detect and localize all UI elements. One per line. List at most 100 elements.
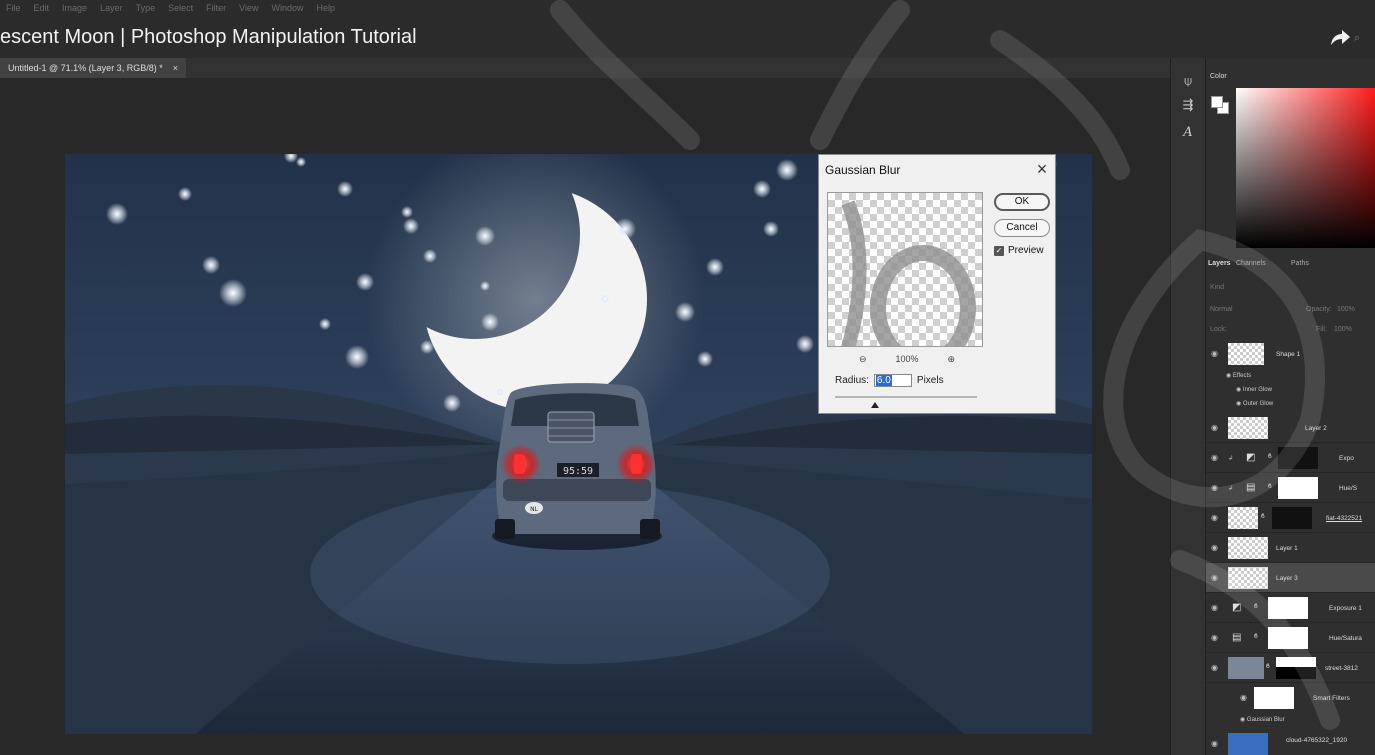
link-icon: ϐ bbox=[1266, 663, 1270, 670]
eye-icon[interactable]: ◉ bbox=[1240, 717, 1247, 723]
eye-icon[interactable]: ◉ bbox=[1211, 484, 1219, 492]
tab-channels[interactable]: Channels bbox=[1236, 260, 1266, 267]
layer-mask-thumbnail bbox=[1268, 627, 1308, 649]
blend-mode-select[interactable]: Normal bbox=[1210, 306, 1233, 313]
effects-row[interactable]: ◉ Effects bbox=[1226, 372, 1251, 379]
eye-icon[interactable]: ◉ bbox=[1211, 424, 1219, 432]
menu-filter[interactable]: Filter bbox=[206, 3, 226, 13]
layer-name: Expo bbox=[1339, 455, 1354, 462]
menu-type[interactable]: Type bbox=[136, 3, 156, 13]
zoom-controls: ⊖ 100% ⊕ bbox=[859, 354, 955, 365]
layer-filter-kind[interactable]: Kind bbox=[1210, 284, 1224, 291]
color-picker-field[interactable] bbox=[1236, 88, 1375, 248]
layer-layer-3-selected[interactable]: ◉ Layer 3 bbox=[1206, 563, 1375, 593]
search-icon[interactable]: ⌕ bbox=[1354, 32, 1366, 46]
preview-shape bbox=[841, 200, 976, 346]
layer-mask-thumbnail bbox=[1278, 447, 1318, 469]
layer-name: Hue/S bbox=[1339, 485, 1358, 492]
dialog-close-button[interactable]: × bbox=[1031, 158, 1053, 180]
checkbox-checked-icon[interactable]: ✓ bbox=[994, 245, 1004, 256]
layer-name: Layer 2 bbox=[1305, 425, 1327, 432]
link-icon: ϐ bbox=[1254, 603, 1258, 610]
layer-thumbnail bbox=[1228, 343, 1264, 365]
cancel-button[interactable]: Cancel bbox=[994, 219, 1050, 237]
layer-exposure-1[interactable]: ◉ ◩ ϐ Exposure 1 bbox=[1206, 593, 1375, 623]
document-tab[interactable]: Untitled-1 @ 71.1% (Layer 3, RGB/8) * × bbox=[0, 58, 186, 78]
foreground-swatch[interactable] bbox=[1211, 96, 1223, 108]
outer-glow-row[interactable]: ◉ Outer Glow bbox=[1236, 400, 1273, 407]
menu-edit[interactable]: Edit bbox=[34, 3, 50, 13]
eye-icon[interactable]: ◉ bbox=[1211, 634, 1219, 642]
menu-view[interactable]: View bbox=[239, 3, 258, 13]
radius-row: Radius: 6.0 Pixels bbox=[835, 374, 944, 387]
eye-icon[interactable]: ◉ bbox=[1211, 544, 1219, 552]
gaussian-blur-filter-row[interactable]: ◉ Gaussian Blur bbox=[1240, 716, 1285, 723]
screenshot-root: { "menu": ["File","Edit","Image","Layer"… bbox=[0, 0, 1375, 755]
fill-value[interactable]: 100% bbox=[1334, 326, 1352, 333]
eye-icon[interactable]: ◉ bbox=[1236, 387, 1243, 393]
layer-thumbnail bbox=[1228, 507, 1258, 529]
zoom-in-icon[interactable]: ⊕ bbox=[947, 354, 955, 365]
eye-icon[interactable]: ◉ bbox=[1226, 373, 1233, 379]
zoom-out-icon[interactable]: ⊖ bbox=[859, 354, 867, 365]
smart-filter-mask bbox=[1254, 687, 1294, 709]
eye-icon[interactable]: ◉ bbox=[1211, 664, 1219, 672]
eye-icon[interactable]: ◉ bbox=[1211, 574, 1219, 582]
radius-slider-thumb[interactable] bbox=[871, 402, 879, 408]
link-icon: ϐ bbox=[1261, 513, 1265, 520]
menu-items: File Edit Image Layer Type Select Filter… bbox=[6, 3, 335, 13]
layer-thumbnail bbox=[1228, 537, 1268, 559]
lock-label: Lock: bbox=[1210, 326, 1227, 333]
document-tab-close[interactable]: × bbox=[173, 63, 178, 73]
layer-exposure-clipped[interactable]: ◉ ↲ ◩ ϐ Expo bbox=[1206, 443, 1375, 473]
layer-layer-2[interactable]: ◉ Layer 2 bbox=[1206, 413, 1375, 443]
layer-layer-1[interactable]: ◉ Layer 1 bbox=[1206, 533, 1375, 563]
layer-hue-saturation[interactable]: ◉ ▤ ϐ Hue/Satura bbox=[1206, 623, 1375, 653]
menu-select[interactable]: Select bbox=[168, 3, 193, 13]
layer-shape-1[interactable]: ◉ Shape 1 bbox=[1206, 340, 1375, 368]
move-tool-icon[interactable]: ⍦ bbox=[1179, 72, 1197, 90]
layer-fiat[interactable]: ◉ ϐ fiat-4322521 bbox=[1206, 503, 1375, 533]
menu-image[interactable]: Image bbox=[62, 3, 87, 13]
menu-file[interactable]: File bbox=[6, 3, 21, 13]
car-illustration: 95:59 NL bbox=[492, 383, 662, 550]
dialog-title: Gaussian Blur bbox=[825, 163, 901, 177]
menu-window[interactable]: Window bbox=[271, 3, 303, 13]
inner-glow-row[interactable]: ◉ Inner Glow bbox=[1236, 386, 1272, 393]
eye-icon[interactable]: ◉ bbox=[1211, 740, 1219, 748]
menu-layer[interactable]: Layer bbox=[100, 3, 123, 13]
radius-slider[interactable] bbox=[835, 396, 977, 398]
menu-help[interactable]: Help bbox=[316, 3, 335, 13]
eye-icon[interactable]: ◉ bbox=[1211, 514, 1219, 522]
layer-street[interactable]: ◉ ϐ street-3812 bbox=[1206, 653, 1375, 683]
layer-cloud[interactable]: ◉ cloud-4765322_1920 bbox=[1206, 729, 1375, 755]
eye-icon[interactable]: ◉ bbox=[1211, 350, 1219, 358]
opacity-value[interactable]: 100% bbox=[1337, 306, 1355, 313]
smart-filters-row[interactable]: ◉ Smart Filters bbox=[1206, 683, 1375, 713]
hue-saturation-icon: ▤ bbox=[1246, 482, 1256, 493]
preview-checkbox[interactable]: ✓ Preview bbox=[994, 245, 1044, 256]
layer-name: street-3812 bbox=[1325, 665, 1358, 672]
layer-thumbnail bbox=[1228, 567, 1268, 589]
options-bar: escent Moon | Photoshop Manipulation Tut… bbox=[0, 22, 1375, 58]
share-icon[interactable] bbox=[1329, 28, 1351, 48]
radius-label: Radius: bbox=[835, 375, 869, 386]
radius-input[interactable]: 6.0 bbox=[873, 374, 912, 387]
layer-mask-thumbnail bbox=[1278, 477, 1318, 499]
tab-paths[interactable]: Paths bbox=[1291, 260, 1309, 267]
tab-color[interactable]: Color bbox=[1210, 73, 1227, 80]
layer-name: Hue/Satura bbox=[1329, 635, 1362, 642]
ok-button[interactable]: OK bbox=[994, 193, 1050, 211]
adjust-icon[interactable]: ⇶ bbox=[1179, 96, 1197, 114]
blur-preview[interactable] bbox=[827, 192, 983, 347]
eye-icon[interactable]: ◉ bbox=[1236, 401, 1243, 407]
outer-glow-label: Outer Glow bbox=[1242, 401, 1274, 407]
tab-layers[interactable]: Layers bbox=[1208, 260, 1231, 267]
video-title: escent Moon | Photoshop Manipulation Tut… bbox=[0, 26, 417, 48]
eye-icon[interactable]: ◉ bbox=[1211, 604, 1219, 612]
exposure-adjustment-icon: ◩ bbox=[1232, 602, 1242, 613]
layer-hue-sat-clipped[interactable]: ◉ ↲ ▤ ϐ Hue/S bbox=[1206, 473, 1375, 503]
eye-icon[interactable]: ◉ bbox=[1240, 694, 1248, 702]
eye-icon[interactable]: ◉ bbox=[1211, 454, 1219, 462]
type-icon[interactable]: A bbox=[1179, 124, 1197, 142]
